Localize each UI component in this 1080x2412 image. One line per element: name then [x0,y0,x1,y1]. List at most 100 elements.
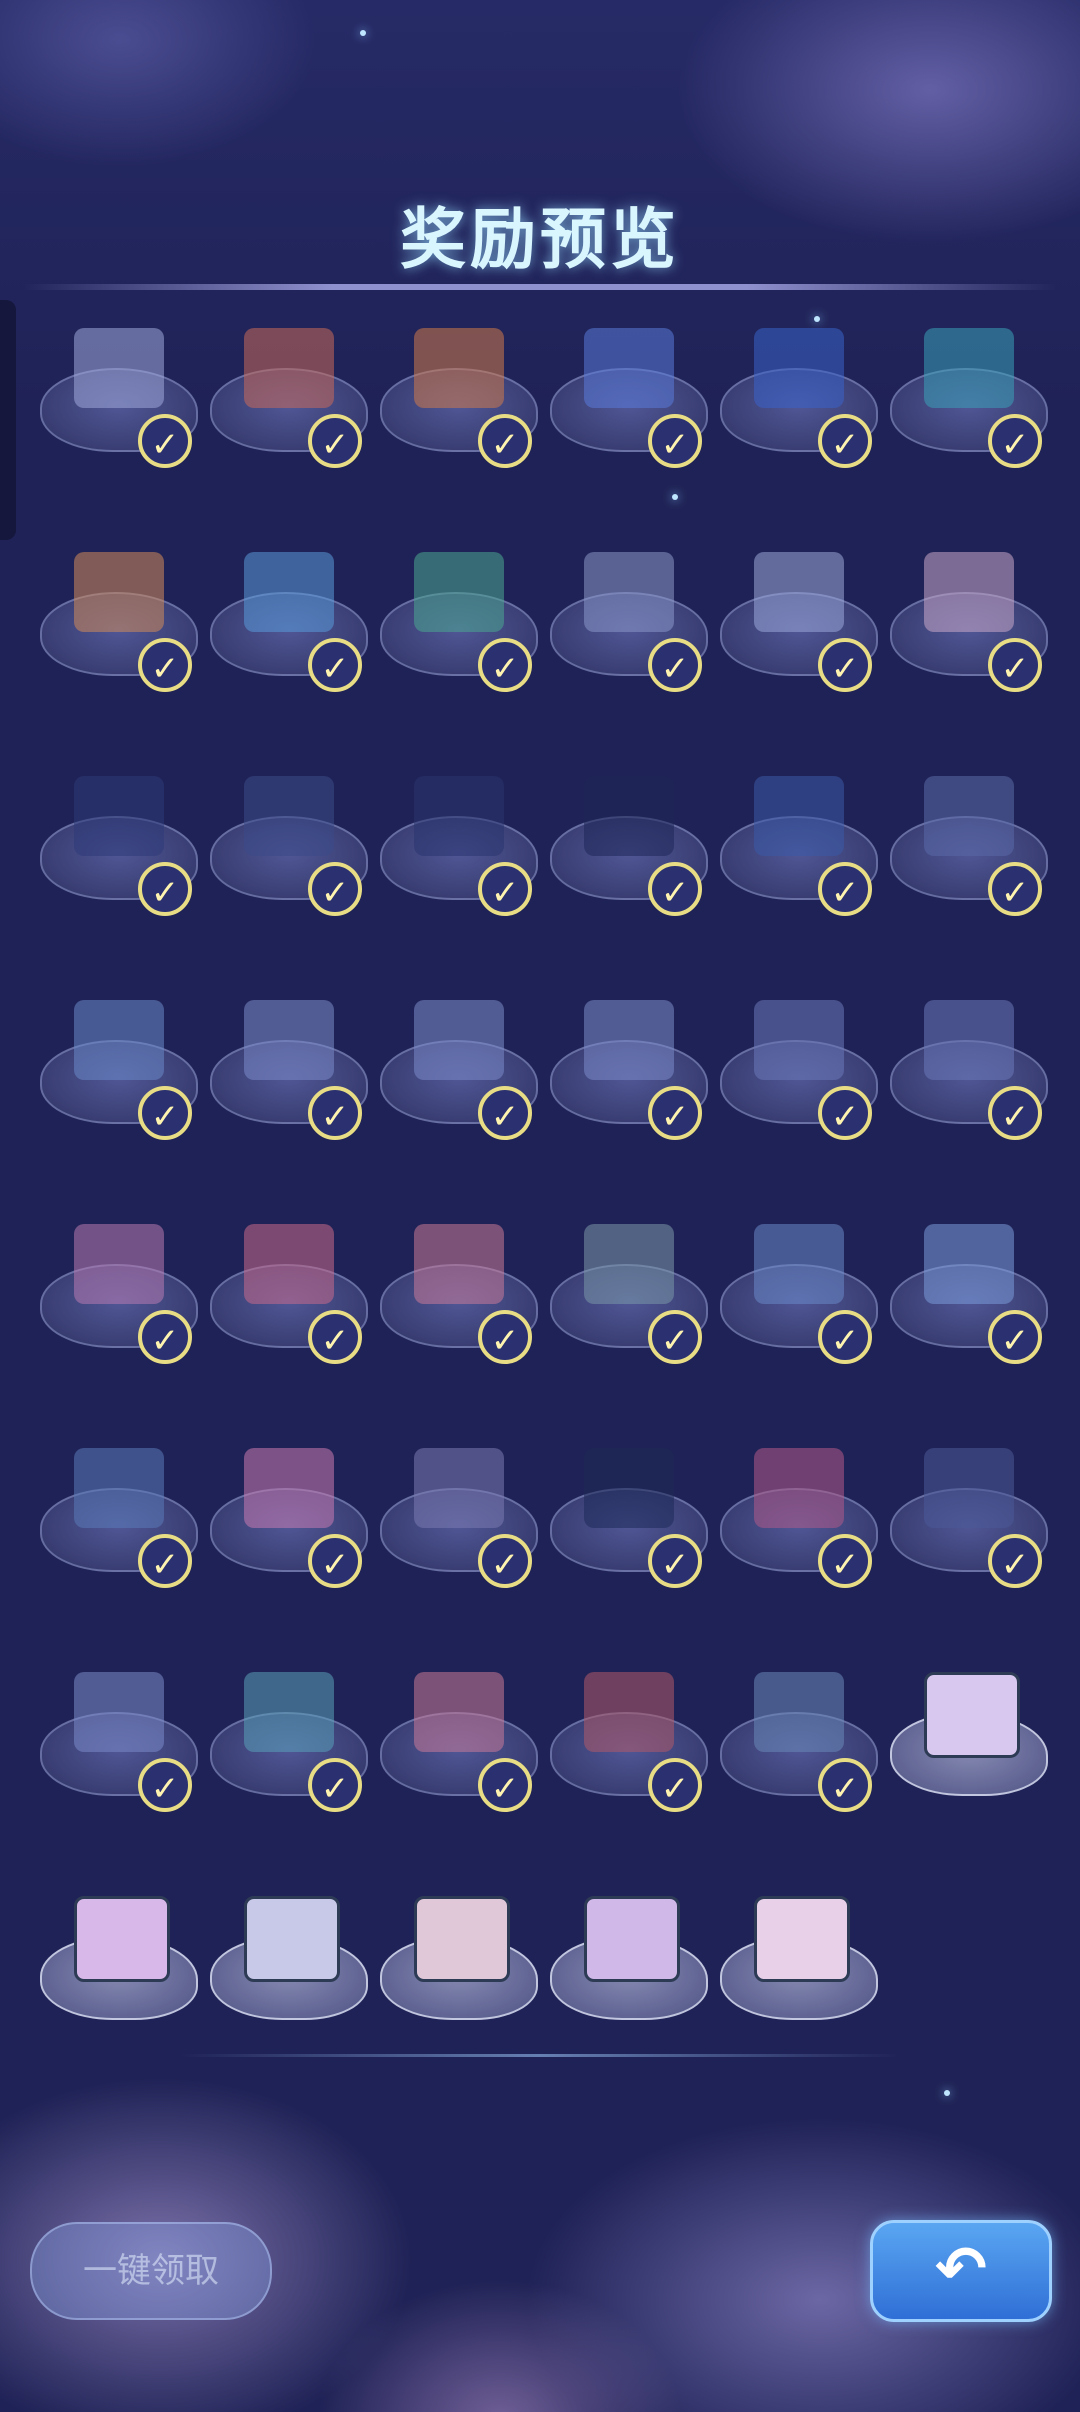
back-button[interactable]: ↶ [870,2220,1052,2322]
star-icon [360,30,366,36]
claimed-check-icon: ✓ [818,414,872,468]
reward-slot[interactable] [882,1670,1052,1820]
claimed-check-icon: ✓ [138,638,192,692]
reward-slot[interactable]: ✓ [32,1222,202,1372]
blue-bed-icon [754,328,844,408]
reward-slot[interactable]: ✓ [712,1446,882,1596]
reward-slot[interactable]: ✓ [32,1670,202,1820]
reward-slot[interactable] [542,1894,712,2044]
arched-door-icon [924,1448,1014,1528]
reward-slot[interactable]: ✓ [372,998,542,1148]
claimed-check-icon: ✓ [478,414,532,468]
white-light-beam-icon [584,552,674,632]
claimed-check-icon: ✓ [138,1086,192,1140]
claimed-check-icon: ✓ [648,1534,702,1588]
reward-slot[interactable]: ✓ [202,774,372,924]
moon-boat-icon [924,1224,1014,1304]
reward-slot[interactable] [712,1894,882,2044]
ice-cream-icon [244,1448,334,1528]
spotlight-icon [754,552,844,632]
chevron-down-icon [414,1000,504,1080]
reward-slot[interactable]: ✓ [882,550,1052,700]
page-title: 奖励预览 [400,201,680,278]
chevron-up-icon [244,1000,334,1080]
star-icon [944,2090,950,2096]
astronaut-lamp-icon [74,1672,164,1752]
reward-slot[interactable]: ✓ [712,326,882,476]
claimed-check-icon: ✓ [308,1534,362,1588]
reward-slot[interactable]: ✓ [372,1222,542,1372]
reward-slot[interactable]: ✓ [542,774,712,924]
reward-slot[interactable]: ✓ [372,1446,542,1596]
reward-slot[interactable]: ✓ [202,998,372,1148]
claimed-check-icon: ✓ [818,1086,872,1140]
pink-pillar-icon [754,1448,844,1528]
reward-slot[interactable]: ✓ [372,1670,542,1820]
claimed-check-icon: ✓ [648,638,702,692]
teal-cabinet-icon [924,328,1014,408]
claimed-check-icon: ✓ [818,1758,872,1812]
claimed-check-icon: ✓ [308,862,362,916]
claimed-check-icon: ✓ [478,1086,532,1140]
reward-slot[interactable]: ✓ [372,326,542,476]
up-arrows-icon [924,1000,1014,1080]
reward-slot[interactable]: ✓ [882,326,1052,476]
claimed-check-icon: ✓ [818,1534,872,1588]
reward-slot[interactable]: ✓ [372,550,542,700]
reward-slot[interactable]: ✓ [882,774,1052,924]
reward-slot[interactable]: ✓ [882,998,1052,1148]
reward-slot[interactable]: ✓ [542,326,712,476]
reward-slot[interactable]: ✓ [32,550,202,700]
claimed-check-icon: ✓ [818,862,872,916]
blue-chair-icon [584,328,674,408]
claimed-check-icon: ✓ [478,862,532,916]
reward-slot[interactable]: ✓ [712,550,882,700]
claimed-check-icon: ✓ [988,414,1042,468]
reward-slot[interactable]: ✓ [542,1222,712,1372]
claimed-check-icon: ✓ [988,638,1042,692]
claimed-check-icon: ✓ [308,414,362,468]
claimed-check-icon: ✓ [478,1534,532,1588]
reward-slot[interactable] [372,1894,542,2044]
lounge-chair-icon [244,1672,334,1752]
globe-tower-icon [584,1672,674,1752]
reward-slot[interactable]: ✓ [32,774,202,924]
claim-all-button[interactable]: 一键领取 [30,2222,272,2320]
blue-orange-sofa-icon [414,328,504,408]
reward-slot[interactable]: ✓ [882,1222,1052,1372]
reward-slot[interactable]: ✓ [542,1670,712,1820]
reward-slot[interactable]: ✓ [542,998,712,1148]
reward-slot[interactable]: ✓ [712,774,882,924]
double-left-arrow-icon [584,1000,674,1080]
reward-slot[interactable]: ✓ [712,1670,882,1820]
reward-slot[interactable] [32,1894,202,2044]
side-drawer-handle[interactable] [0,300,16,540]
claimed-check-icon: ✓ [138,1310,192,1364]
reward-slot[interactable]: ✓ [32,998,202,1148]
claimed-check-icon: ✓ [648,1310,702,1364]
reward-slot[interactable]: ✓ [202,550,372,700]
reward-slot[interactable]: ✓ [542,550,712,700]
claimed-check-icon: ✓ [308,638,362,692]
reward-slot[interactable]: ✓ [542,1446,712,1596]
reward-slot[interactable]: ✓ [712,998,882,1148]
reward-slot[interactable]: ✓ [882,1446,1052,1596]
reward-slot[interactable]: ✓ [712,1222,882,1372]
reward-slot[interactable]: ✓ [372,774,542,924]
reward-slot[interactable]: ✓ [202,1670,372,1820]
claimed-check-icon: ✓ [308,1086,362,1140]
reward-slot[interactable]: ✓ [202,1446,372,1596]
reward-slot[interactable]: ✓ [202,1222,372,1372]
rainbow-panel-icon [924,552,1014,632]
stripe-panel-icon [924,776,1014,856]
donut-rug-icon [74,1224,164,1304]
cake-table-icon [244,1224,334,1304]
reward-slot[interactable] [202,1894,372,2044]
reward-slot[interactable]: ✓ [202,326,372,476]
claimed-check-icon: ✓ [478,1758,532,1812]
food-plate-icon [584,1224,674,1304]
dark-pillar-icon [584,1448,674,1528]
reward-slot[interactable]: ✓ [32,1446,202,1596]
striped-wall-icon [74,776,164,856]
reward-slot[interactable]: ✓ [32,326,202,476]
